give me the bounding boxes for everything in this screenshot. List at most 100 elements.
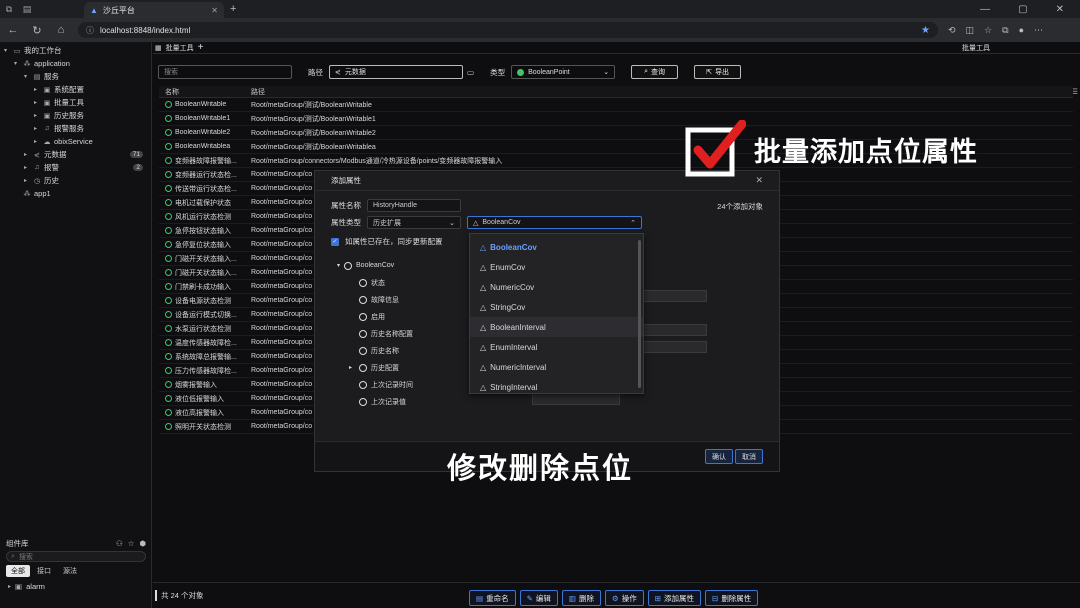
tree-item[interactable]: ▸ 历史配置 [337,359,487,376]
back-icon[interactable]: ← [6,24,20,36]
menu-icon[interactable]: ⋯ [1034,25,1043,36]
new-tab-button[interactable]: + [230,3,236,15]
query-button[interactable]: ⌕ 查询 [631,65,679,79]
tree-root[interactable]: ▾ BooleanCov [337,257,487,274]
library-tab-interface[interactable]: 接口 [32,565,56,577]
caret-icon[interactable]: ▾ [24,73,30,80]
library-search-input[interactable]: ⌕ 搜索 [6,551,146,562]
sync-checkbox[interactable]: ✓ [331,237,339,246]
tree-item[interactable]: 历史名称配置 [337,325,487,342]
sidebar-item[interactable]: ▾ ▤ 服务 [0,70,151,83]
component-library: 组件库 ⚇ ☆ ⬢ ⌕ 搜索 全部 接口 源法 ▸ ▣ alarm [0,536,152,594]
caret-icon[interactable]: ▸ [24,151,30,158]
dropdown-option[interactable]: △ StringCov [470,297,643,317]
split-icon[interactable]: ◫ [966,25,975,36]
action-button[interactable]: ▥ 删除 [561,590,601,606]
browser-tab[interactable]: ▲ 沙丘平台 ✕ [84,2,224,18]
column-name[interactable]: 名称 [159,87,245,97]
tree-item[interactable]: 上次记录值 [337,393,487,410]
caret-icon[interactable]: ▸ [34,86,40,93]
sidebar-item[interactable]: ▾ ▭ 我的工作台 [0,44,151,57]
triangle-icon: △ [480,382,487,392]
sidebar-item[interactable]: ▸ ☁ obixService [0,135,151,148]
library-item-alarm[interactable]: ▸ ▣ alarm [0,579,152,594]
dropdown-option-label: EnumInterval [490,342,538,352]
reload-icon[interactable]: ↻ [30,24,44,37]
dropdown-option[interactable]: △ BooleanCov [470,237,643,257]
maximize-icon[interactable]: ▢ [1018,4,1027,15]
favorites-icon[interactable]: ☆ [984,25,992,36]
tree-item[interactable]: 启用 [337,308,487,325]
table-row[interactable]: BooleanWritable Root/metaGroup/测试/Boolean… [159,98,1073,112]
cell-name: 液位高报警输入 [159,408,245,418]
bookmark-star-icon[interactable]: ★ [921,25,930,36]
folder-open-icon[interactable]: ▭ [467,68,474,77]
sidebar-item[interactable]: ▸ ▣ 系统配置 [0,83,151,96]
tree-icon[interactable]: ⚇ [116,539,123,548]
package-icon[interactable]: ⬢ [139,539,146,548]
caret-down-icon[interactable]: ▾ [337,262,340,269]
action-button[interactable]: ⚙ 操作 [604,590,644,606]
type-select[interactable]: BooleanPoint ⌄ [511,65,616,79]
tab-actions-icon[interactable]: ▤ [18,0,36,18]
caret-icon[interactable]: ▸ [34,99,40,106]
count-badge: 2 [133,164,143,171]
tree-item[interactable]: 故障信息 [337,291,487,308]
close-window-icon[interactable]: ✕ [1056,4,1064,15]
property-category-select[interactable]: 历史扩展 ⌄ [367,216,461,229]
profile-icon[interactable]: ● [1019,25,1024,36]
export-button[interactable]: ⇱ 导出 [694,65,742,79]
tree-item[interactable]: 历史名称 [337,342,487,359]
caret-icon[interactable]: ▸ [349,364,355,371]
tab-batch-tool-right[interactable]: 批量工具 [962,43,990,53]
caret-icon[interactable]: ▸ [34,138,40,145]
dropdown-option[interactable]: △ EnumCov [470,257,643,277]
point-name: 烟雾报警输入 [175,381,217,389]
search-input[interactable]: 搜索 [158,65,292,79]
caret-icon[interactable]: ▸ [34,112,40,119]
home-icon[interactable]: ⌂ [54,24,68,36]
path-input[interactable]: ⋞ 元数据 [329,65,463,79]
sidebar-item[interactable]: ▸ ⋞ 元数据 71 [0,148,151,161]
workspaces-icon[interactable]: ⧉ [0,0,18,18]
add-tab-icon[interactable]: + [198,42,204,53]
minimize-icon[interactable]: — [980,4,990,15]
tree-item[interactable]: 上次记录时间 [337,376,487,393]
dropdown-option[interactable]: △ NumericCov [470,277,643,297]
caret-icon[interactable]: ▾ [4,47,10,54]
site-info-icon[interactable]: ⓘ [86,25,94,36]
collections-icon[interactable]: ⧉ [1002,25,1008,36]
action-button[interactable]: ⊟ 删除属性 [705,590,759,606]
star-icon[interactable]: ☆ [128,539,135,548]
url-field[interactable]: ⓘ localhost:8848/index.html ★ [78,22,938,38]
property-type-select[interactable]: △ BooleanCov ⌃ [467,216,642,229]
sidebar-item[interactable]: ▸ ♫ 报警服务 [0,122,151,135]
sidebar-item[interactable]: ▸ ♫ 报警 2 [0,161,151,174]
sidebar-item[interactable]: ▾ ⁂ application [0,57,151,70]
caret-icon[interactable]: ▸ [34,125,40,132]
action-button[interactable]: ⊞ 添加属性 [647,590,702,606]
property-name-input[interactable]: HistoryHandle [367,199,461,212]
action-button[interactable]: ✎ 编辑 [519,590,558,606]
dropdown-option[interactable]: △ EnumInterval [470,337,643,357]
sidebar-item[interactable]: ▸ ◷ 历史 [0,174,151,187]
dropdown-option[interactable]: △ NumericInterval [470,357,643,377]
dropdown-scrollbar[interactable] [638,240,641,388]
caret-icon[interactable]: ▸ [24,164,30,171]
dropdown-option[interactable]: △ BooleanInterval [470,317,643,337]
circle-icon [359,278,367,287]
sidebar-item[interactable]: ▸ ▣ 历史服务 [0,109,151,122]
sidebar-item[interactable]: ▸ ▣ 批量工具 [0,96,151,109]
action-button[interactable]: ▤ 重命名 [469,590,516,606]
caret-icon[interactable]: ▸ [24,177,30,184]
tree-item[interactable]: 状态 [337,274,487,291]
library-tab-all[interactable]: 全部 [6,565,30,577]
sidebar-item[interactable]: ⁂ app1 [0,187,151,200]
close-tab-icon[interactable]: ✕ [211,6,218,15]
tab-batch-tool[interactable]: 批量工具 [166,43,194,53]
caret-icon[interactable]: ▾ [14,60,20,67]
dropdown-option[interactable]: △ StringInterval [470,377,643,397]
library-tab-method[interactable]: 源法 [58,565,82,577]
extensions-icon[interactable]: ⟲ [948,25,956,36]
column-path[interactable]: 路径 [245,87,1073,97]
